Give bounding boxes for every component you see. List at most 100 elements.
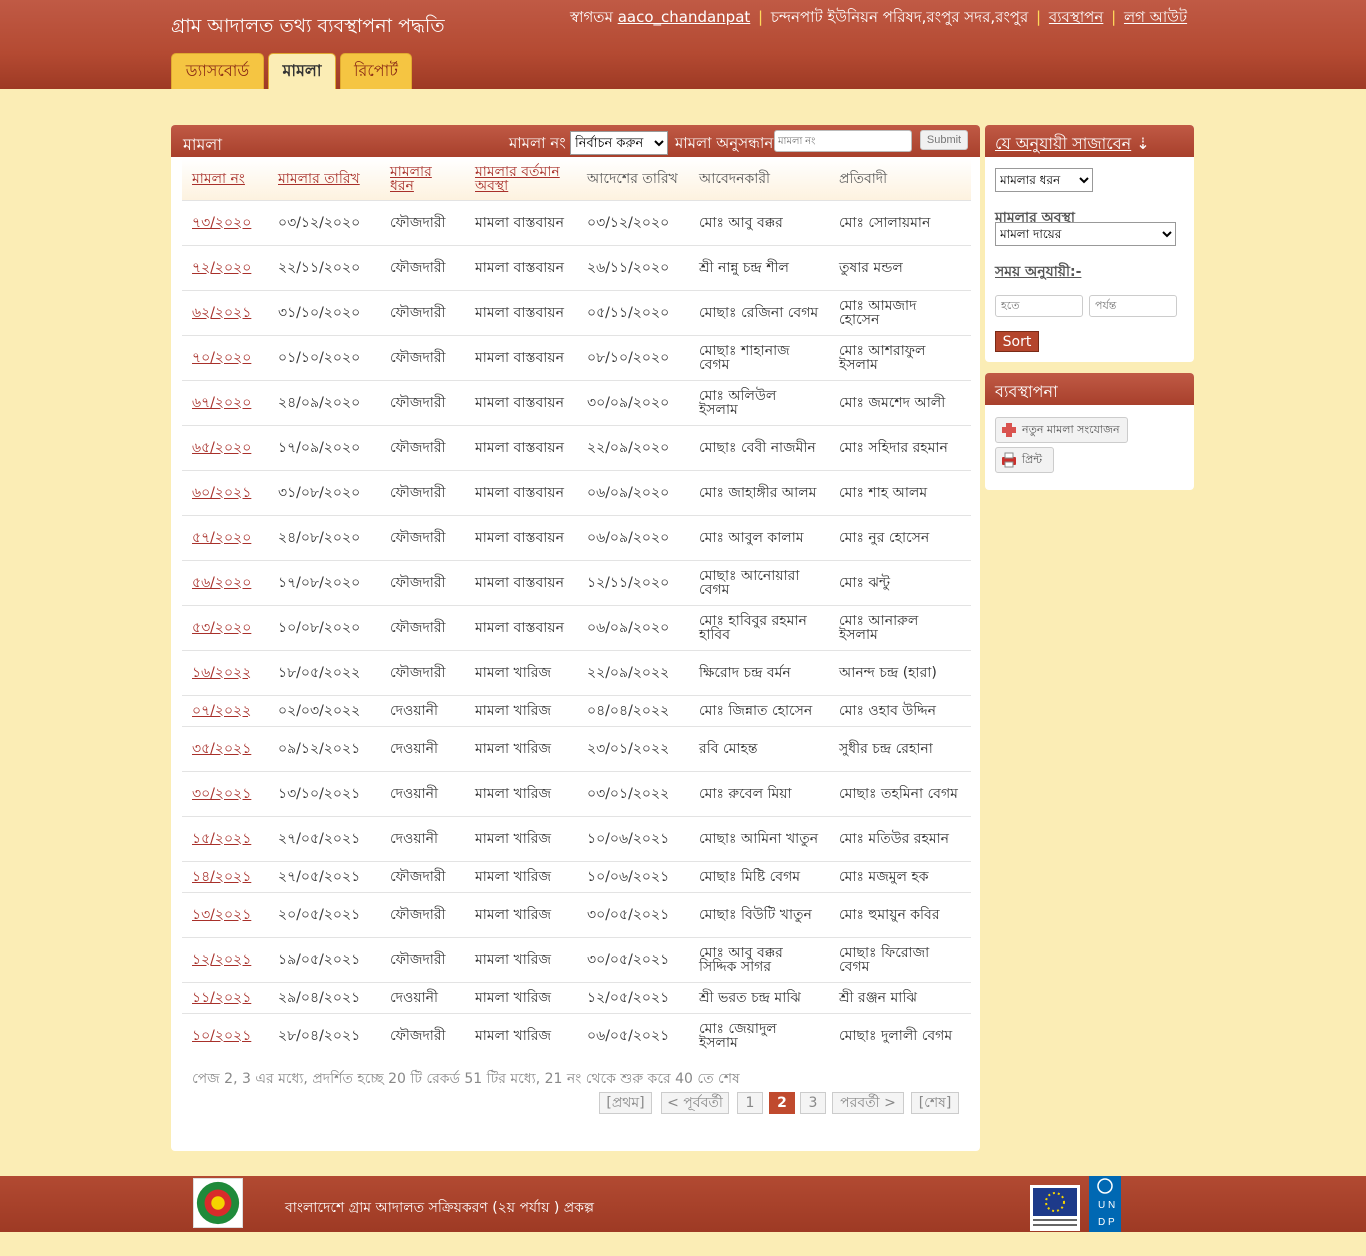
- cell-case-no[interactable]: ০৭/২০২২: [182, 694, 268, 726]
- page-prev[interactable]: < পূর্ববর্তী: [661, 1092, 729, 1114]
- case-no-link[interactable]: ৭২/২০২০: [192, 260, 251, 276]
- tab-dashboard[interactable]: ড্যাসবোর্ড: [171, 53, 264, 89]
- col-case-status[interactable]: মামলার বর্তমান অবস্থা: [465, 159, 577, 200]
- cell-case-no[interactable]: ৫৩/২০২০: [182, 604, 268, 650]
- cell-case-no[interactable]: ৭০/২০২০: [182, 334, 268, 380]
- cell-case-type: ফৌজদারী: [380, 936, 465, 982]
- cell-case-no[interactable]: ১৪/২০২১: [182, 860, 268, 892]
- case-no-link[interactable]: ৫৩/২০২০: [192, 620, 251, 636]
- cell-case-type: ফৌজদারী: [380, 649, 465, 695]
- sort-case-no-link[interactable]: মামলা নং: [192, 171, 245, 187]
- case-no-link[interactable]: ৬২/২০২১: [192, 305, 251, 321]
- case-type-select[interactable]: মামলার ধরন: [995, 168, 1093, 192]
- cell-case-no[interactable]: ১১/২০২১: [182, 981, 268, 1013]
- case-no-link[interactable]: ১৪/২০২১: [192, 869, 251, 885]
- case-no-select[interactable]: নির্বাচন করুন: [570, 131, 668, 155]
- cell-case-no[interactable]: ১২/২০২১: [182, 936, 268, 982]
- cell-case-date: ২৯/০৪/২০২১: [268, 981, 380, 1013]
- sort-toggle-link[interactable]: যে অনুযায়ী সাজাবেন: [995, 134, 1131, 153]
- page-2[interactable]: 2: [769, 1092, 795, 1114]
- from-date-input[interactable]: [995, 295, 1083, 317]
- page-next[interactable]: পরবর্তী >: [832, 1092, 904, 1114]
- cell-case-type: ফৌজদারী: [380, 514, 465, 560]
- case-no-link[interactable]: ১১/২০২১: [192, 990, 251, 1006]
- case-no-link[interactable]: ১২/২০২১: [192, 952, 251, 968]
- case-no-link[interactable]: ১৫/২০২১: [192, 831, 251, 847]
- table-row: ৬৭/২০২০ ২৪/০৯/২০২০ ফৌজদারী মামলা বাস্তবায়ন…: [182, 379, 971, 425]
- cell-case-no[interactable]: ৫৭/২০২০: [182, 514, 268, 560]
- cell-case-no[interactable]: ৭২/২০২০: [182, 244, 268, 290]
- case-no-link[interactable]: ৬০/২০২১: [192, 485, 251, 501]
- cell-case-no[interactable]: ৩০/২০২১: [182, 770, 268, 816]
- case-no-link[interactable]: ৬৫/২০২০: [192, 440, 251, 456]
- sort-case-type-link[interactable]: মামলার ধরন: [390, 164, 432, 194]
- new-case-label: নতুন মামলা সংযোজন: [1022, 423, 1120, 436]
- page-first[interactable]: [প্রথম]: [599, 1092, 652, 1114]
- case-no-link[interactable]: ৬৭/২০২০: [192, 395, 251, 411]
- cell-case-no[interactable]: ৭৩/২০২০: [182, 199, 268, 245]
- cell-case-status: মামলা খারিজ: [465, 725, 577, 771]
- case-no-link[interactable]: ৩৫/২০২১: [192, 741, 251, 757]
- cell-case-no[interactable]: ১৬/২০২২: [182, 649, 268, 695]
- case-no-label: মামলা নং: [509, 134, 566, 152]
- case-no-link[interactable]: ১০/২০২১: [192, 1028, 251, 1044]
- sort-case-date-link[interactable]: মামলার তারিখ: [278, 171, 360, 187]
- search-input[interactable]: [774, 130, 912, 152]
- cell-order-date: ২৬/১১/২০২০: [577, 244, 689, 290]
- case-no-link[interactable]: ৭০/২০২০: [192, 350, 251, 366]
- cell-case-type: ফৌজদারী: [380, 424, 465, 470]
- case-no-link[interactable]: ১৬/২০২২: [192, 665, 251, 681]
- cell-case-no[interactable]: ৩৫/২০২১: [182, 725, 268, 771]
- to-date-input[interactable]: [1089, 295, 1177, 317]
- table-row: ৩৫/২০২১ ০৯/১২/২০২১ দেওয়ানী মামলা খারিজ ২৩/০…: [182, 725, 971, 771]
- cell-case-date: ২০/০৫/২০২১: [268, 891, 380, 937]
- pagination-summary: পেজ 2, 3 এর মধ্যে, প্রদর্শিত হচ্ছে 20 টি…: [192, 1071, 740, 1087]
- page-1[interactable]: 1: [737, 1092, 763, 1114]
- cell-applicant: মোঃ অলিউল ইসলাম: [689, 379, 829, 425]
- cell-order-date: ২২/০৯/২০২২: [577, 649, 689, 695]
- manage-link[interactable]: ব্যবস্থাপন: [1049, 8, 1103, 26]
- submit-button[interactable]: Submit: [920, 130, 968, 150]
- cell-case-status: মামলা বাস্তবায়ন: [465, 469, 577, 515]
- header: গ্রাম আদালত তথ্য ব্যবস্থাপনা পদ্ধতি স্বা…: [0, 0, 1366, 89]
- status-select[interactable]: মামলা দায়ের: [995, 222, 1176, 246]
- case-no-link[interactable]: ১৩/২০২১: [192, 907, 251, 923]
- page-3[interactable]: 3: [800, 1092, 826, 1114]
- cell-case-no[interactable]: ৬৭/২০২০: [182, 379, 268, 425]
- page-last[interactable]: [শেষ]: [911, 1092, 959, 1114]
- table-row: ৭৩/২০২০ ০৩/১২/২০২০ ফৌজদারী মামলা বাস্তবায়ন…: [182, 199, 971, 245]
- cell-applicant: মোঃ হাবিবুর রহমান হাবিব: [689, 604, 829, 650]
- cell-case-no[interactable]: ৫৬/২০২০: [182, 559, 268, 605]
- logout-link[interactable]: লগ আউট: [1124, 8, 1187, 26]
- sort-button[interactable]: Sort: [995, 331, 1039, 352]
- cell-applicant: মোঃ জিন্নাত হোসেন: [689, 694, 829, 726]
- cell-case-no[interactable]: ১৩/২০২১: [182, 891, 268, 937]
- username-link[interactable]: aaco_chandanpat: [618, 8, 751, 26]
- cell-case-no[interactable]: ৬২/২০২১: [182, 289, 268, 335]
- col-case-type[interactable]: মামলার ধরন: [380, 159, 465, 200]
- col-case-no[interactable]: মামলা নং: [182, 159, 268, 200]
- cell-defendant: মোঃ নুর হোসেন: [829, 514, 971, 560]
- cell-applicant: মোছাঃ মিষ্টি বেগম: [689, 860, 829, 892]
- case-no-link[interactable]: ৫৭/২০২০: [192, 530, 251, 546]
- tab-report[interactable]: রিপোর্ট: [340, 53, 412, 89]
- cell-case-no[interactable]: ৬৫/২০২০: [182, 424, 268, 470]
- tab-cases[interactable]: মামলা: [268, 53, 336, 89]
- cell-applicant: মোঃ আবু বক্কর সিদ্দিক সাগর: [689, 936, 829, 982]
- cell-order-date: ৩০/০৫/২০২১: [577, 936, 689, 982]
- cell-case-no[interactable]: ১৫/২০২১: [182, 815, 268, 861]
- case-no-link[interactable]: ৭৩/২০২০: [192, 215, 251, 231]
- cell-case-type: দেওয়ানী: [380, 981, 465, 1013]
- cell-case-no[interactable]: ৬০/২০২১: [182, 469, 268, 515]
- case-no-link[interactable]: ৩০/২০২১: [192, 786, 251, 802]
- case-no-link[interactable]: ০৭/২০২২: [192, 703, 251, 719]
- print-button[interactable]: প্রিন্ট: [995, 447, 1054, 473]
- col-case-date[interactable]: মামলার তারিখ: [268, 159, 380, 200]
- cell-case-date: ২৪/০৯/২০২০: [268, 379, 380, 425]
- new-case-button[interactable]: নতুন মামলা সংযোজন: [995, 417, 1128, 443]
- cell-case-type: ফৌজদারী: [380, 244, 465, 290]
- cell-case-no[interactable]: ১০/২০২১: [182, 1012, 268, 1058]
- case-no-link[interactable]: ৫৬/২০২০: [192, 575, 251, 591]
- sort-case-status-link[interactable]: মামলার বর্তমান অবস্থা: [475, 164, 560, 194]
- cell-case-date: ০১/১০/২০২০: [268, 334, 380, 380]
